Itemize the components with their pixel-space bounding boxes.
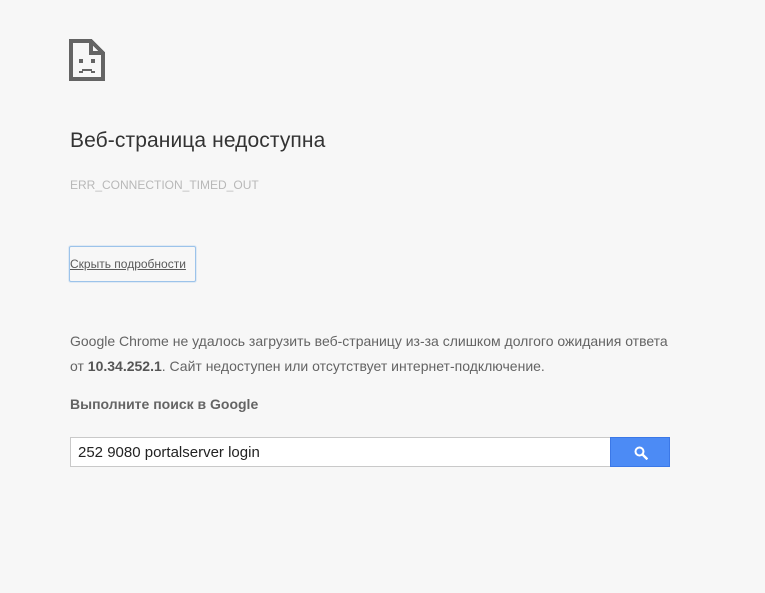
sad-page-icon [69, 39, 105, 81]
search-heading: Выполните поиск в Google [70, 396, 259, 412]
error-code: ERR_CONNECTION_TIMED_OUT [70, 178, 259, 192]
search-icon [634, 446, 648, 460]
explanation-text-end: . Сайт недоступен или отсутствует интерн… [161, 358, 545, 374]
hide-details-label: Скрыть подробности [70, 257, 186, 271]
google-search-form [70, 437, 670, 467]
host-address: 10.34.252.1 [87, 358, 162, 374]
page-title: Веб-страница недоступна [70, 129, 326, 152]
hide-details-button[interactable]: Скрыть подробности [69, 246, 196, 282]
search-input[interactable] [70, 437, 610, 467]
error-explanation: Google Chrome не удалось загрузить веб-с… [70, 329, 680, 379]
search-button[interactable] [610, 437, 670, 467]
